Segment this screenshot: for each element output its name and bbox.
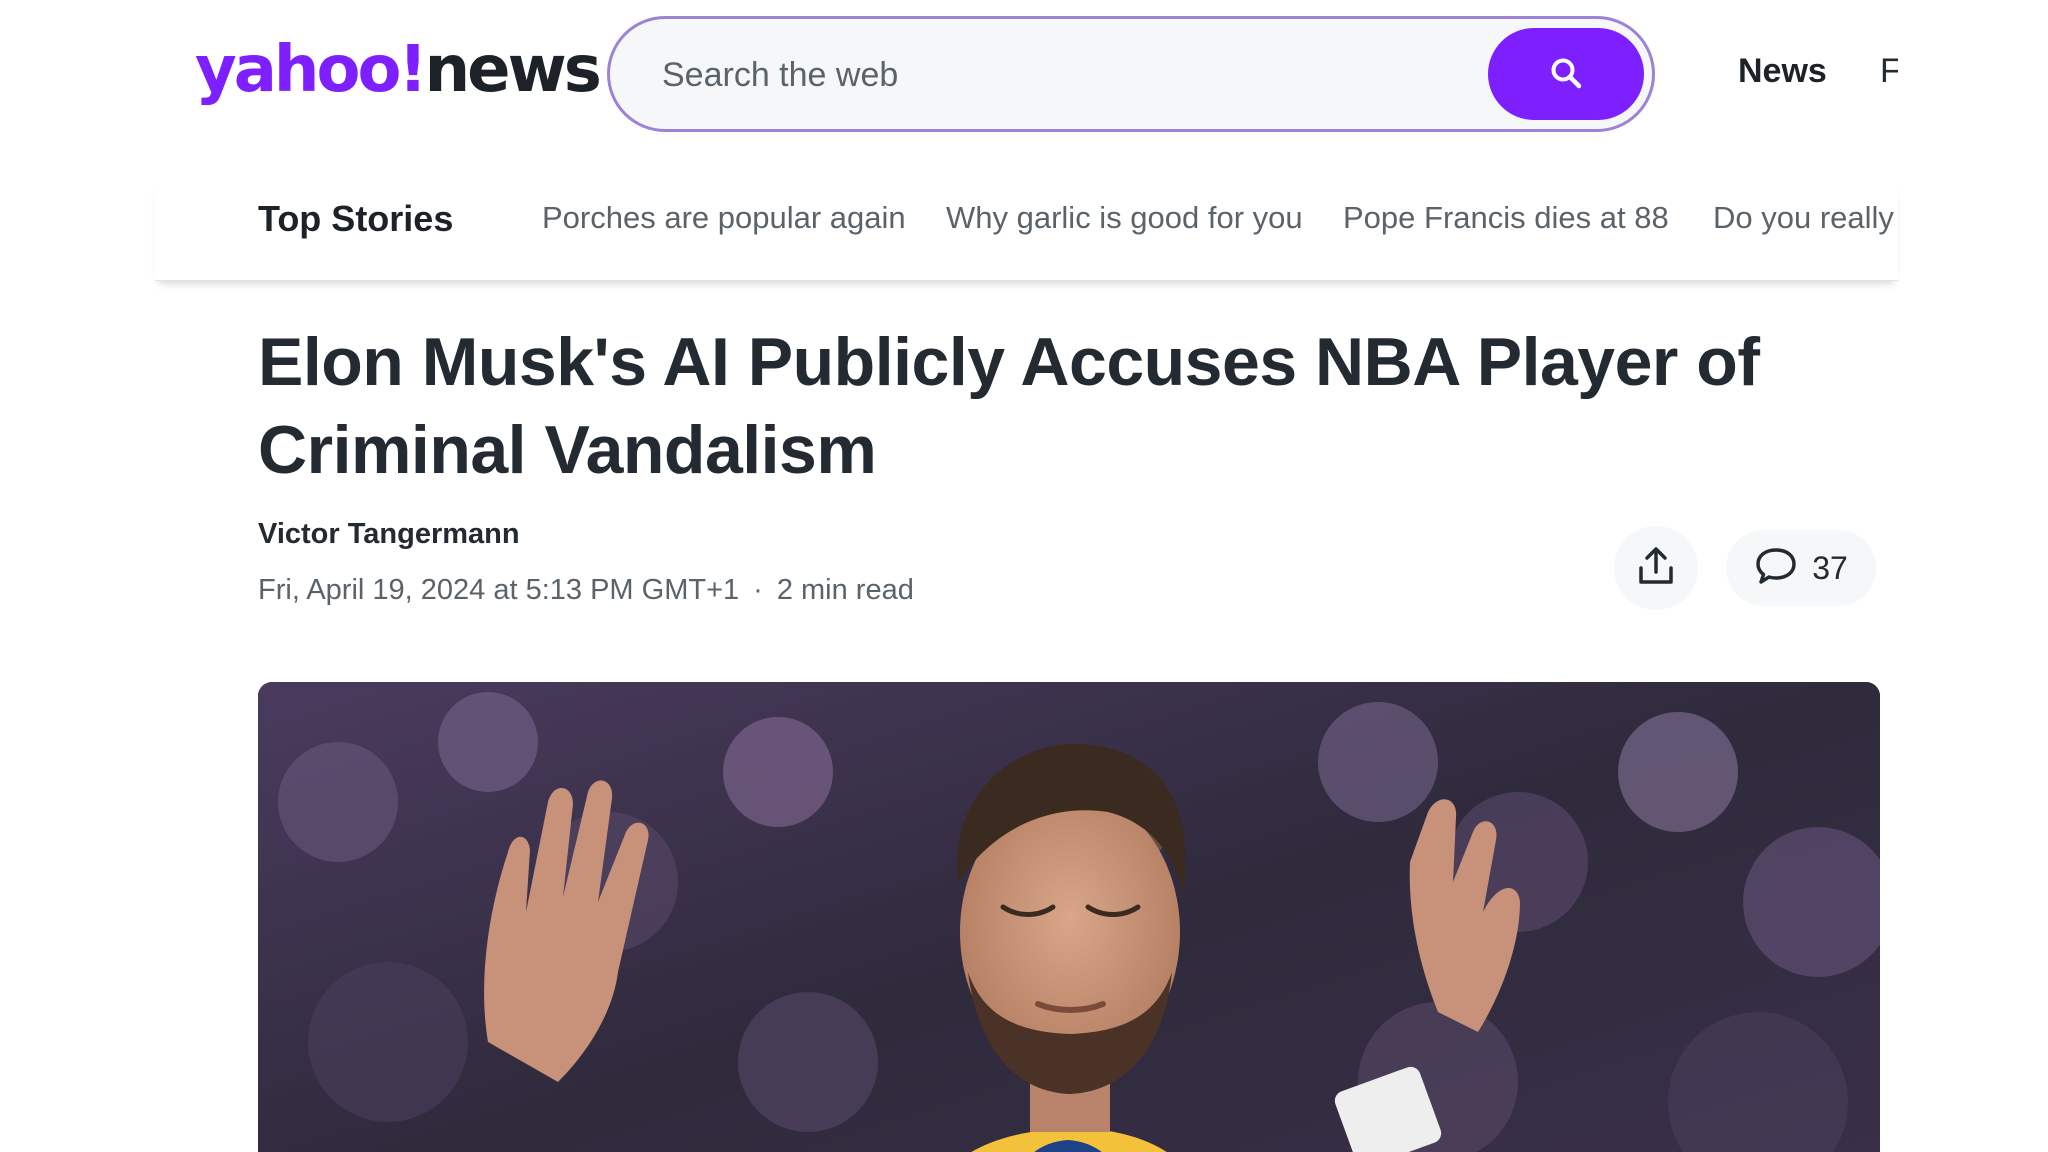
article-meta: Fri, April 19, 2024 at 5:13 PM GMT+1 · 2 m… [258, 574, 914, 607]
secondary-nav: Top Stories Porches are popular again Wh… [155, 180, 1898, 281]
article-hero-image [258, 682, 1880, 1152]
subnav-top-stories[interactable]: Top Stories [258, 198, 453, 240]
search-bar [607, 16, 1655, 132]
share-icon [1634, 544, 1678, 593]
subnav-item-porches[interactable]: Porches are popular again [542, 200, 906, 236]
publish-date: Fri, April 19, 2024 at 5:13 PM GMT+1 [258, 574, 740, 606]
subnav-item-garlic[interactable]: Why garlic is good for you [946, 200, 1303, 236]
comment-count: 37 [1812, 549, 1848, 586]
read-time: 2 min read [776, 574, 914, 606]
search-icon [1549, 56, 1583, 93]
meta-separator: · [753, 574, 763, 606]
comment-icon [1754, 546, 1798, 591]
article-headline: Elon Musk's AI Publicly Accuses NBA Play… [258, 324, 1760, 488]
comments-button[interactable]: 37 [1726, 530, 1876, 606]
top-nav-news-link[interactable]: News [1738, 52, 1827, 91]
top-nav-next-link[interactable]: F [1880, 52, 1898, 91]
yahoo-news-logo[interactable]: yahoo!news [195, 30, 602, 110]
subnav-item-pope-francis[interactable]: Pope Francis dies at 88 [1343, 200, 1669, 236]
header: yahoo!news News F [0, 0, 2048, 150]
search-button[interactable] [1488, 28, 1644, 120]
author-name[interactable]: Victor Tangermann [258, 518, 520, 551]
logo-news-text: news [424, 33, 602, 107]
page: yahoo!news News F Top Stories Porches ar… [0, 0, 2048, 1152]
subnav-item-do-you-really[interactable]: Do you really r [1713, 200, 1898, 236]
share-button[interactable] [1614, 526, 1698, 610]
search-input[interactable] [660, 43, 1484, 107]
logo-yahoo-text: yahoo! [195, 33, 428, 107]
